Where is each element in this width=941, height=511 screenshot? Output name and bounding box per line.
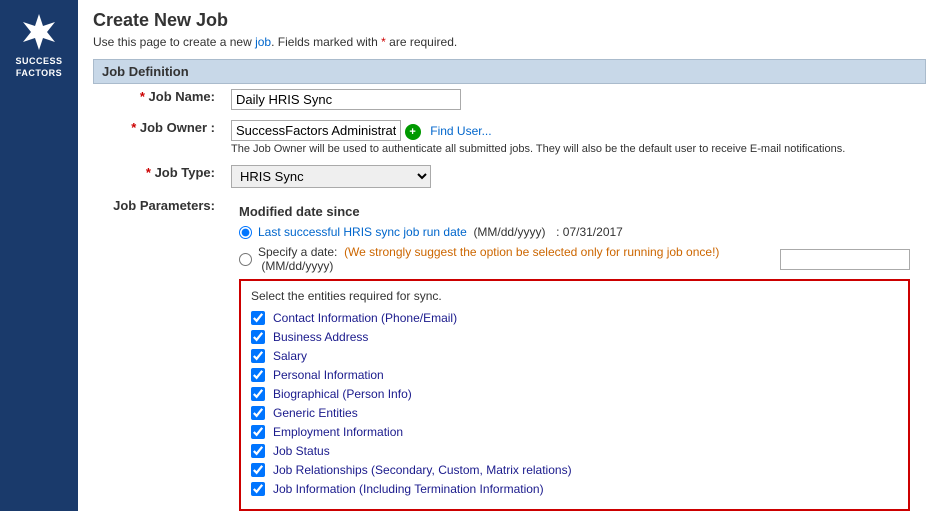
entity-row-job-relationships: Job Relationships (Secondary, Custom, Ma… <box>251 463 898 477</box>
entity-checkbox-biographical[interactable] <box>251 387 265 401</box>
sidebar: SUCCESS FACTORS <box>0 0 78 511</box>
main-content: Create New Job Use this page to create a… <box>78 0 941 511</box>
entity-label-generic: Generic Entities <box>273 406 358 420</box>
job-name-row: * Job Name: <box>93 84 926 115</box>
specify-date-input[interactable] <box>780 249 910 270</box>
required-asterisk: * <box>381 35 386 49</box>
job-owner-row: * Job Owner : + Find User... The Job Own… <box>93 115 926 160</box>
entity-checkbox-job-status[interactable] <box>251 444 265 458</box>
entity-row-personal-info: Personal Information <box>251 368 898 382</box>
entity-row-salary: Salary <box>251 349 898 363</box>
job-name-label: * Job Name: <box>93 84 223 115</box>
entity-checkbox-personal-info[interactable] <box>251 368 265 382</box>
entity-checkbox-business-address[interactable] <box>251 330 265 344</box>
job-owner-label: * Job Owner : <box>93 115 223 160</box>
entity-label-job-relationships: Job Relationships (Secondary, Custom, Ma… <box>273 463 572 477</box>
success-factors-logo-icon <box>17 10 61 54</box>
job-owner-description: The Job Owner will be used to authentica… <box>231 143 918 155</box>
radio-last-sync[interactable] <box>239 226 252 239</box>
entity-row-employment: Employment Information <box>251 425 898 439</box>
logo-text-line1: SUCCESS <box>15 56 62 66</box>
entity-row-generic: Generic Entities <box>251 406 898 420</box>
entity-row-business-address: Business Address <box>251 330 898 344</box>
find-user-link[interactable]: Find User... <box>430 124 491 138</box>
job-name-cell <box>223 84 926 115</box>
entity-label-personal-info: Personal Information <box>273 368 384 382</box>
job-type-row: * Job Type: HRIS Sync <box>93 160 926 193</box>
job-owner-cell: + Find User... The Job Owner will be use… <box>223 115 926 160</box>
entity-row-biographical: Biographical (Person Info) <box>251 387 898 401</box>
entity-label-job-status: Job Status <box>273 444 330 458</box>
entity-checkbox-generic[interactable] <box>251 406 265 420</box>
job-owner-input[interactable] <box>231 120 401 141</box>
entities-box: Select the entities required for sync. C… <box>239 279 910 511</box>
entity-checkbox-salary[interactable] <box>251 349 265 363</box>
radio-row-last-sync: Last successful HRIS sync job run date (… <box>239 225 910 239</box>
section-header: Job Definition <box>93 59 926 84</box>
entity-label-contact: Contact Information (Phone/Email) <box>273 311 457 325</box>
page-description: Use this page to create a new job. Field… <box>93 35 926 49</box>
job-type-select[interactable]: HRIS Sync <box>231 165 431 188</box>
job-link[interactable]: job <box>255 35 271 49</box>
job-type-label: * Job Type: <box>93 160 223 193</box>
job-params-row: Job Parameters: Modified date since Last… <box>93 193 926 511</box>
entity-checkbox-job-relationships[interactable] <box>251 463 265 477</box>
radio-specify-date-text: Specify a date: (We strongly suggest the… <box>258 245 774 273</box>
entity-label-business-address: Business Address <box>273 330 368 344</box>
radio-row-specify-date: Specify a date: (We strongly suggest the… <box>239 245 910 273</box>
find-user-icon: + <box>405 124 421 140</box>
entity-row-job-information: Job Information (Including Termination I… <box>251 482 898 496</box>
form-table: * Job Name: * Job Owner : + Find User...… <box>93 84 926 511</box>
logo-text-line2: FACTORS <box>16 68 62 78</box>
entity-checkbox-contact[interactable] <box>251 311 265 325</box>
entity-label-biographical: Biographical (Person Info) <box>273 387 412 401</box>
entity-row-job-status: Job Status <box>251 444 898 458</box>
entities-title: Select the entities required for sync. <box>251 289 898 303</box>
radio-last-sync-text: Last successful HRIS sync job run date (… <box>258 225 623 239</box>
entity-checkbox-employment[interactable] <box>251 425 265 439</box>
entity-checkbox-job-information[interactable] <box>251 482 265 496</box>
params-section: Modified date since Last successful HRIS… <box>231 198 918 511</box>
modified-date-label: Modified date since <box>239 204 910 219</box>
page-title: Create New Job <box>93 10 926 31</box>
job-params-cell: Modified date since Last successful HRIS… <box>223 193 926 511</box>
job-name-input[interactable] <box>231 89 461 110</box>
entity-label-job-information: Job Information (Including Termination I… <box>273 482 544 496</box>
logo: SUCCESS FACTORS <box>15 10 62 78</box>
entity-row-contact: Contact Information (Phone/Email) <box>251 311 898 325</box>
entity-label-salary: Salary <box>273 349 307 363</box>
job-type-cell: HRIS Sync <box>223 160 926 193</box>
radio-specify-date[interactable] <box>239 253 252 266</box>
job-params-label: Job Parameters: <box>93 193 223 511</box>
entity-label-employment: Employment Information <box>273 425 403 439</box>
